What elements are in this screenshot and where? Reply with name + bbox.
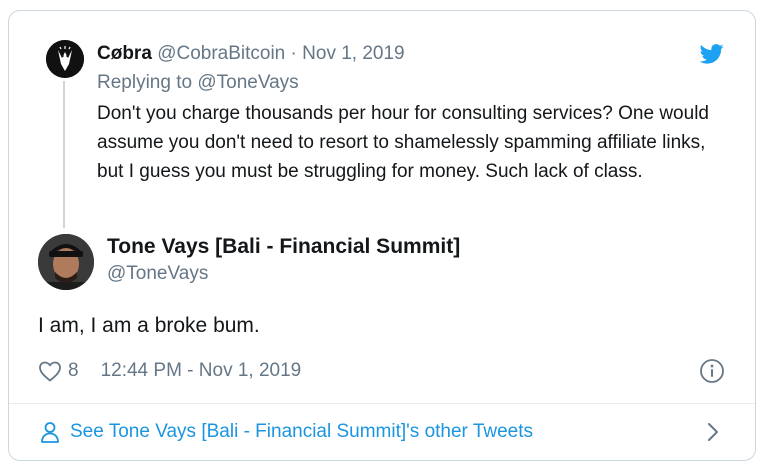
- tweet-timestamp[interactable]: 12:44 PM - Nov 1, 2019: [101, 360, 302, 382]
- thread-line: [63, 81, 65, 228]
- author-handle[interactable]: @CobraBitcoin: [157, 43, 285, 64]
- replying-prefix: Replying to: [97, 72, 193, 93]
- twitter-bird-icon[interactable]: [700, 44, 724, 64]
- info-icon[interactable]: [699, 358, 725, 384]
- cobra-logo-icon: [46, 40, 84, 78]
- chevron-right-icon[interactable]: [705, 421, 721, 443]
- person-icon: [41, 422, 59, 443]
- avatar[interactable]: [46, 40, 84, 78]
- see-other-tweets-link[interactable]: See Tone Vays [Bali - Financial Summit]'…: [40, 418, 533, 446]
- tweet-date[interactable]: Nov 1, 2019: [302, 43, 404, 64]
- separator-dot: ·: [290, 43, 297, 64]
- see-other-tweets-label: See Tone Vays [Bali - Financial Summit]'…: [70, 421, 534, 442]
- tweet-meta: 8 12:44 PM - Nov 1, 2019: [38, 358, 301, 384]
- heart-icon[interactable]: [38, 360, 62, 382]
- replying-to: Replying to @ToneVays: [97, 72, 299, 94]
- profile-photo-icon: [38, 234, 94, 290]
- like-count[interactable]: 8: [68, 360, 79, 382]
- divider: [9, 403, 755, 404]
- parent-tweet-text: Don't you charge thousands per hour for …: [97, 103, 709, 182]
- author-handle[interactable]: @ToneVays: [107, 263, 208, 285]
- author-name[interactable]: Tone Vays [Bali - Financial Summit]: [107, 235, 460, 259]
- parent-tweet-header: Cøbra @CobraBitcoin · Nov 1, 2019: [97, 43, 405, 65]
- avatar[interactable]: [38, 234, 94, 290]
- author-name[interactable]: Cøbra: [97, 43, 152, 64]
- replying-to-handle[interactable]: @ToneVays: [197, 72, 298, 93]
- tweet-text: I am, I am a broke bum.: [38, 314, 260, 337]
